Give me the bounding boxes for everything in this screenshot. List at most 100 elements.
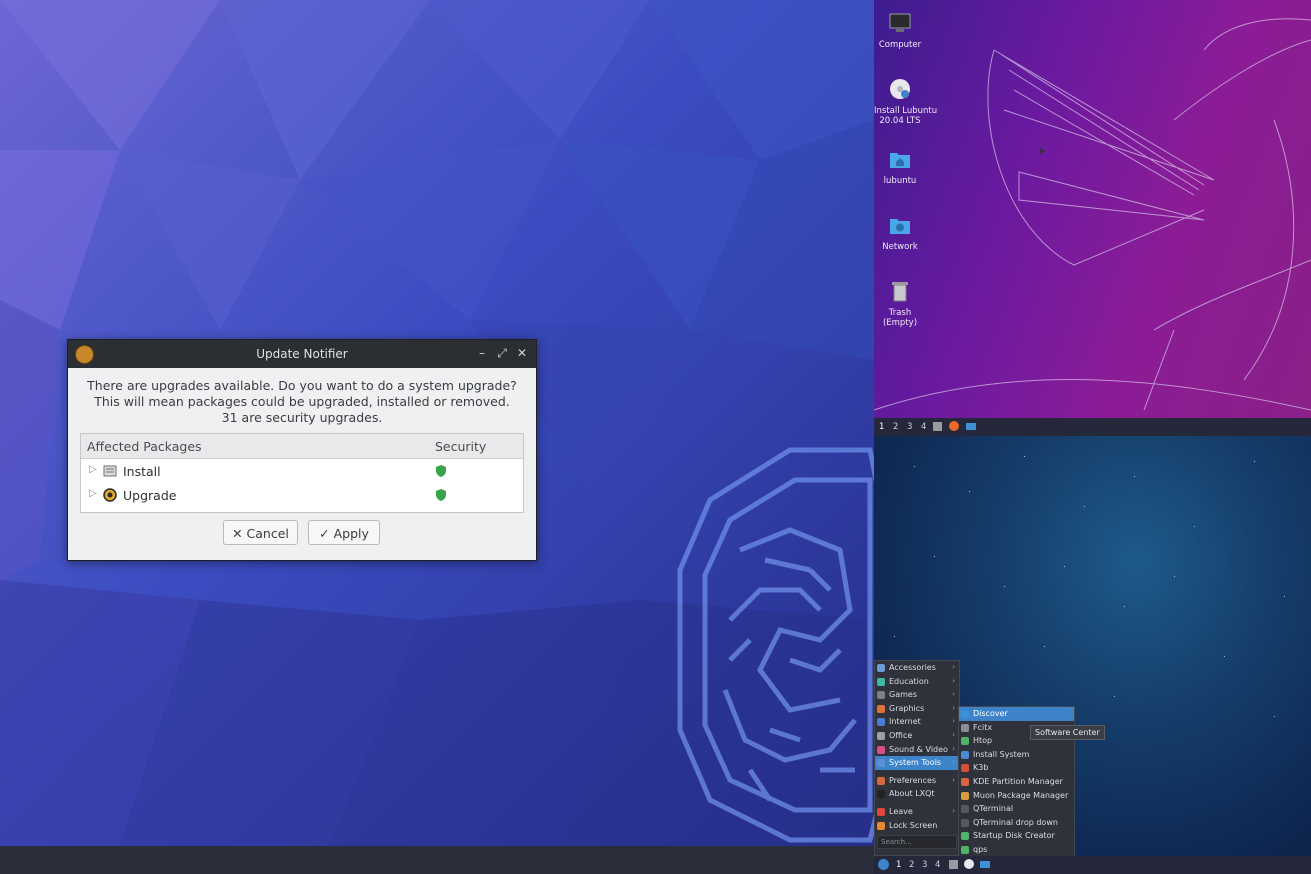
expand-arrow-icon[interactable]: ▷ — [89, 488, 97, 499]
close-icon[interactable]: ✕ — [514, 345, 530, 361]
table-header: Affected Packages Security — [81, 434, 523, 459]
start-menu-icon[interactable] — [878, 859, 889, 870]
install-system-icon — [961, 750, 969, 759]
file-manager-icon[interactable] — [933, 422, 942, 431]
submenu-item-muon-package-manager[interactable]: Muon Package Manager — [959, 789, 1074, 803]
fcitx-icon — [961, 723, 969, 732]
desktop-icon-home[interactable]: lubuntu — [874, 148, 926, 186]
desktop-icon-network[interactable]: Network — [874, 214, 926, 252]
desktop-icon-trash[interactable]: Trash (Empty) — [874, 280, 926, 328]
firefox-icon[interactable] — [964, 859, 974, 869]
security-shield-icon — [436, 489, 446, 501]
games-icon — [877, 691, 885, 700]
network-folder-icon — [890, 219, 910, 234]
apply-label: Apply — [333, 526, 369, 541]
update-notifier-dialog: Update Notifier – ⤢ ✕ There are upgrades… — [67, 339, 537, 561]
left-desktop-background: Update Notifier – ⤢ ✕ There are upgrades… — [0, 0, 874, 846]
submenu-item-discover[interactable]: Discover — [959, 707, 1074, 721]
menu-item-graphics[interactable]: Graphics › — [875, 702, 959, 716]
submenu-item-kde-partition-manager[interactable]: KDE Partition Manager — [959, 775, 1074, 789]
qps-icon — [961, 845, 969, 854]
desktop-icon-install-lubuntu[interactable]: Install Lubuntu 20.04 LTS — [874, 78, 937, 126]
message-line: There are upgrades available. Do you wan… — [87, 378, 517, 393]
desktop-icon-label: Trash (Empty) — [882, 308, 918, 328]
apply-button[interactable]: ✓ Apply — [308, 520, 380, 545]
software-center-icon[interactable] — [980, 861, 990, 868]
submenu-item-k3b[interactable]: K3b — [959, 761, 1074, 775]
graphics-icon — [877, 704, 885, 713]
preferences-icon — [877, 776, 885, 785]
column-security[interactable]: Security — [435, 439, 486, 454]
k3b-icon — [961, 764, 969, 773]
education-icon — [877, 677, 885, 686]
workspace-3[interactable]: 3 — [922, 860, 927, 870]
trash-icon — [892, 282, 908, 302]
top-right-taskbar: 1 2 3 4 — [874, 418, 1311, 436]
dialog-titlebar[interactable]: Update Notifier – ⤢ ✕ — [68, 340, 536, 368]
cancel-icon: ✕ — [232, 526, 243, 541]
bottom-right-desktop: Accessories › Education › Games › Graphics ›… — [874, 436, 1311, 856]
maze-logo-graphic — [677, 447, 874, 843]
file-manager-icon[interactable] — [949, 860, 958, 869]
menu-item-leave[interactable]: Leave › — [875, 805, 959, 819]
top-right-desktop: Computer Install Lubuntu 20.04 LTS lubun… — [874, 0, 1311, 418]
desktop-icon-label: Network — [882, 242, 918, 252]
menu-item-about-lxqt[interactable]: About LXQt — [875, 787, 959, 801]
row-label: Install — [123, 464, 161, 479]
home-folder-icon — [890, 153, 910, 168]
terminal-icon — [961, 805, 969, 814]
htop-icon — [961, 737, 969, 746]
submenu-item-qterminal-drop-down[interactable]: QTerminal drop down — [959, 816, 1074, 830]
cancel-button[interactable]: ✕ Cancel — [223, 520, 298, 545]
bottom-right-taskbar: 1 2 3 4 — [874, 856, 1311, 874]
accessories-icon — [877, 664, 885, 672]
table-row[interactable]: ▷ Install — [81, 459, 523, 483]
maximize-icon[interactable]: ⤢ — [494, 345, 510, 361]
leave-icon — [877, 807, 885, 816]
software-center-tooltip: Software Center — [1030, 725, 1105, 740]
message-line: 31 are security upgrades. — [221, 410, 383, 425]
submenu-item-qps[interactable]: qps — [959, 843, 1074, 856]
submenu-item-startup-disk-creator[interactable]: Startup Disk Creator — [959, 829, 1074, 843]
package-icon — [103, 465, 117, 477]
workspace-4[interactable]: 4 — [935, 860, 940, 870]
desktop-icon-computer[interactable]: Computer — [874, 12, 926, 50]
dialog-title: Update Notifier — [256, 347, 348, 361]
firefox-icon[interactable] — [949, 421, 959, 431]
lxqt-icon — [877, 790, 885, 799]
column-affected-packages[interactable]: Affected Packages — [87, 439, 202, 454]
menu-item-office[interactable]: Office › — [875, 729, 959, 743]
desktop-icon-label: lubuntu — [883, 176, 917, 186]
left-taskbar — [0, 846, 874, 874]
workspace-3[interactable]: 3 — [907, 422, 912, 432]
workspace-2[interactable]: 2 — [909, 860, 914, 870]
row-label: Upgrade — [123, 488, 177, 503]
office-icon — [877, 731, 885, 740]
workspace-1[interactable]: 1 — [896, 860, 901, 870]
workspace-1[interactable]: 1 — [879, 422, 884, 432]
workspace-4[interactable]: 4 — [921, 422, 926, 432]
menu-item-games[interactable]: Games › — [875, 688, 959, 702]
software-center-icon[interactable] — [966, 423, 976, 430]
security-shield-icon — [436, 465, 446, 477]
menu-item-lock-screen[interactable]: Lock Screen — [875, 819, 959, 833]
expand-arrow-icon[interactable]: ▷ — [89, 464, 97, 475]
submenu-item-install-system[interactable]: Install System — [959, 748, 1074, 762]
menu-item-preferences[interactable]: Preferences › — [875, 774, 959, 788]
submenu-item-qterminal[interactable]: QTerminal — [959, 802, 1074, 816]
menu-item-education[interactable]: Education › — [875, 675, 959, 689]
internet-icon — [877, 718, 885, 727]
minimize-icon[interactable]: – — [474, 345, 490, 361]
message-line: This will mean packages could be upgrade… — [94, 394, 510, 409]
menu-item-internet[interactable]: Internet › — [875, 715, 959, 729]
menu-item-sound-video[interactable]: Sound & Video › — [875, 743, 959, 757]
menu-item-system-tools[interactable]: System Tools › — [875, 756, 959, 770]
workspace-2[interactable]: 2 — [893, 422, 898, 432]
table-row[interactable]: ▷ Upgrade — [81, 483, 523, 507]
terminal-icon — [961, 818, 969, 827]
menu-search-input[interactable]: Search... — [877, 835, 957, 850]
cancel-label: Cancel — [246, 526, 289, 541]
menu-item-accessories[interactable]: Accessories › — [875, 661, 959, 675]
mouse-cursor-icon: ➤ — [1038, 146, 1047, 157]
partition-manager-icon — [961, 777, 969, 786]
